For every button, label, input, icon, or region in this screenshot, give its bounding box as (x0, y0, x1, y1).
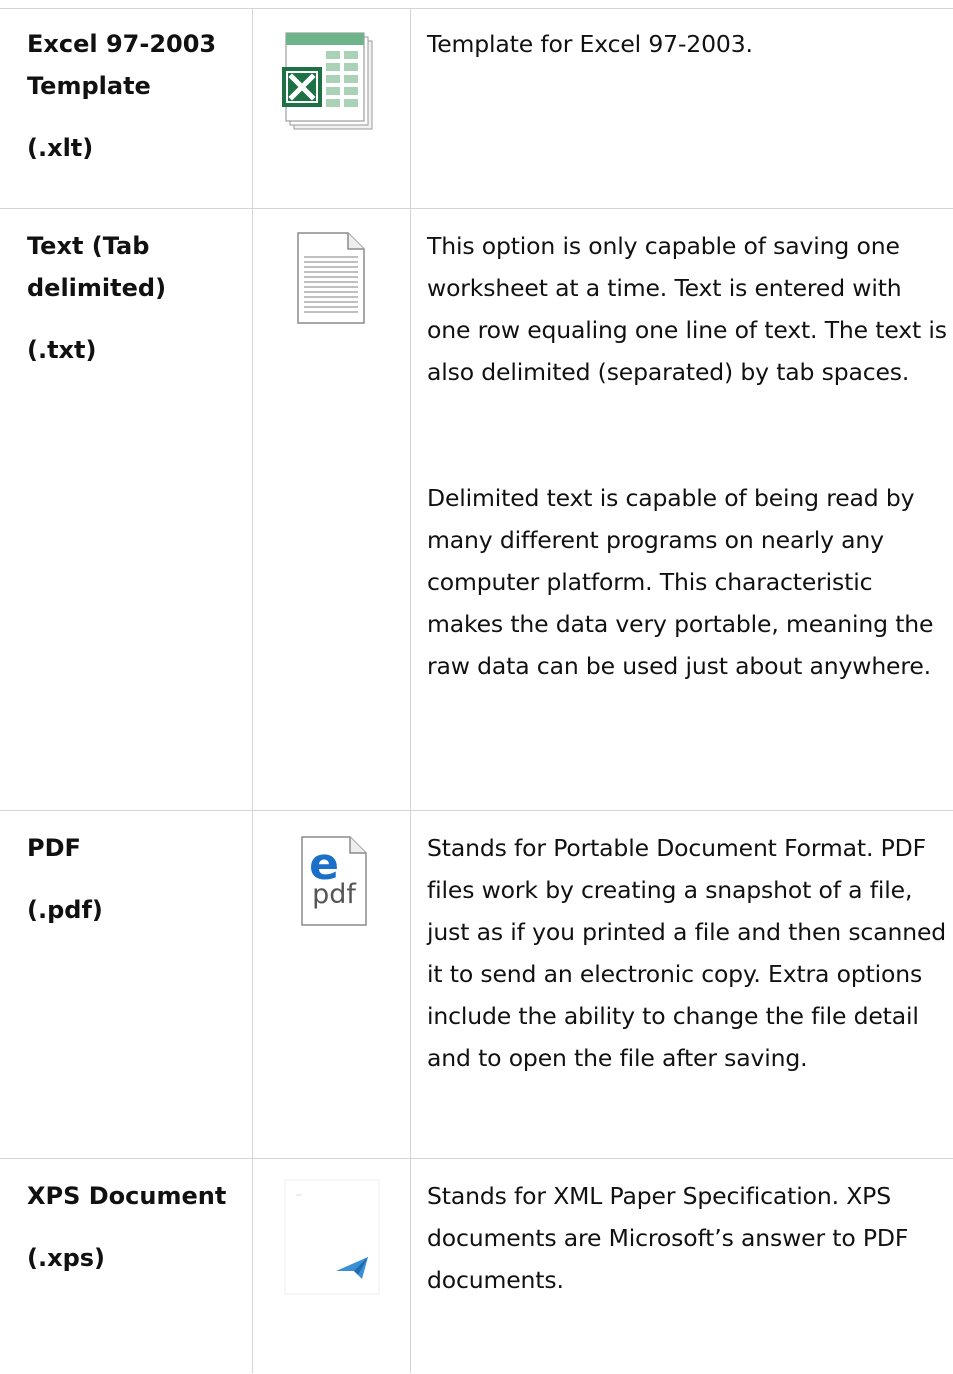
pdf-icon-label: pdf (312, 879, 356, 910)
xps-document-icon (284, 1179, 380, 1299)
format-extension: (.txt) (27, 336, 97, 364)
file-format-table: Excel 97-2003 Template (.xlt) Template f… (0, 0, 953, 1373)
table-row: Text (Tab delimited) (.txt) This option … (0, 208, 953, 811)
format-extension: (.pdf) (27, 896, 103, 924)
format-name: Text (Tab delimited) (.txt) (27, 225, 242, 371)
format-description: Stands for XML Paper Specification. XPS … (427, 1182, 909, 1294)
format-description: Template for Excel 97-2003. (427, 30, 753, 58)
format-extension: (.xps) (27, 1244, 105, 1272)
format-description: Stands for Portable Document Format. PDF… (427, 834, 947, 1072)
text-document-icon (296, 231, 366, 329)
format-extension: (.xlt) (27, 134, 94, 162)
pdf-edge-icon: e pdf (300, 835, 368, 931)
excel-template-icon (278, 31, 378, 135)
table-row: XPS Document (.xps) Stands for XML Paper… (0, 1158, 953, 1374)
format-description: This option is only capable of saving on… (427, 232, 947, 680)
format-name: XPS Document (.xps) (27, 1175, 242, 1279)
table-row: Excel 97-2003 Template (.xlt) Template f… (0, 8, 953, 209)
format-name: PDF (.pdf) (27, 827, 242, 931)
table-row: PDF (.pdf) e pdf Stands for Portable Doc… (0, 810, 953, 1159)
format-name: Excel 97-2003 Template (.xlt) (27, 23, 242, 169)
